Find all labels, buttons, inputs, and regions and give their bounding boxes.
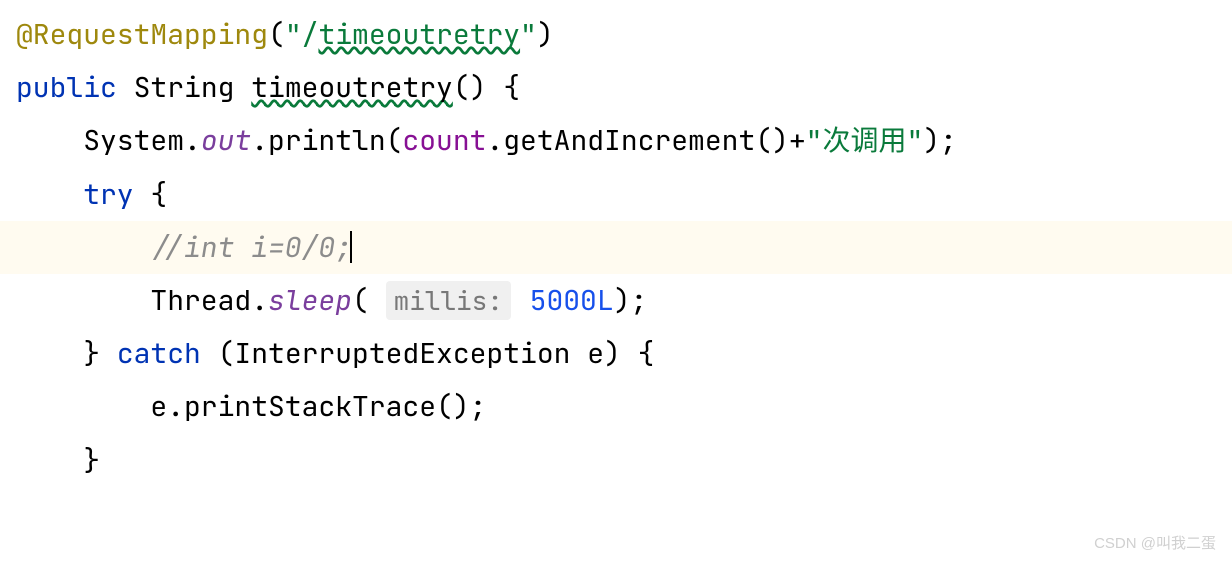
code-line-comment-highlighted[interactable]: //int i=0/0; xyxy=(0,221,1232,274)
keyword-catch: catch xyxy=(117,335,201,372)
number-literal: 5000L xyxy=(530,282,614,319)
method-name: timeoutretry xyxy=(251,69,453,106)
keyword-public: public xyxy=(16,69,117,106)
code-line-method-signature: public String timeoutretry() { xyxy=(0,61,1232,114)
param-hint-millis: millis: xyxy=(386,281,511,320)
watermark-text: CSDN @叫我二蛋 xyxy=(1094,530,1216,559)
system-class: System. xyxy=(83,122,201,159)
thread-class: Thread. xyxy=(150,282,268,319)
count-var: count xyxy=(402,122,486,159)
code-line-close-brace: } xyxy=(0,434,1232,487)
catch-params: (InterruptedException e) { xyxy=(201,335,655,372)
text-caret xyxy=(350,231,352,263)
annotation-name: @RequestMapping xyxy=(16,16,268,53)
getandincrement: .getAndIncrement()+ xyxy=(486,122,805,159)
string-literal: "/ xyxy=(285,16,319,53)
code-line-stacktrace: e.printStackTrace(); xyxy=(0,380,1232,433)
keyword-try: try xyxy=(83,176,133,213)
comment-text: //int i=0/0; xyxy=(150,229,352,266)
out-field: out xyxy=(201,122,251,159)
printstacktrace: e.printStackTrace(); xyxy=(150,388,486,425)
string-close: " xyxy=(520,16,537,53)
code-line-sleep: Thread.sleep( millis: 5000L); xyxy=(0,274,1232,327)
type-string: String xyxy=(134,69,235,106)
path-warning: timeoutretry xyxy=(318,16,520,53)
sleep-method: sleep xyxy=(268,282,352,319)
code-line-println: System.out.println(count.getAndIncrement… xyxy=(0,114,1232,167)
println-method: .println( xyxy=(251,122,402,159)
string-call: "次调用" xyxy=(806,122,924,159)
code-line-annotation: @RequestMapping("/timeoutretry") xyxy=(0,8,1232,61)
code-line-catch: } catch (InterruptedException e) { xyxy=(0,327,1232,380)
code-line-try: try { xyxy=(0,168,1232,221)
